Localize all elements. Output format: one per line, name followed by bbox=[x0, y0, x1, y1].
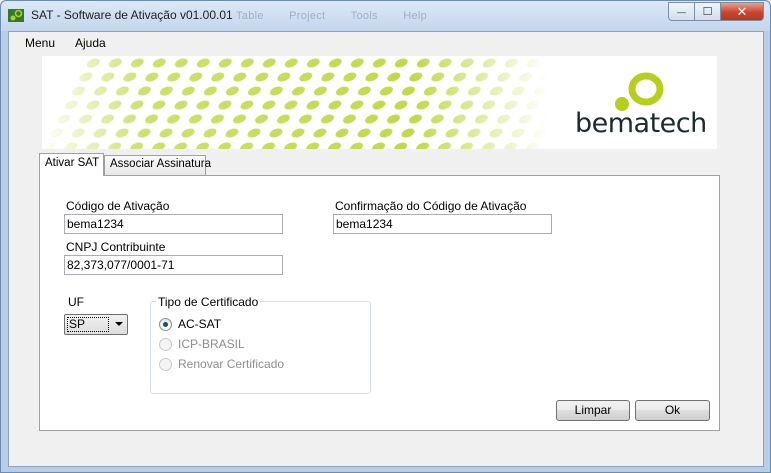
codigo-ativacao-label: Código de Ativação bbox=[66, 199, 170, 213]
maximize-icon: ☐ bbox=[702, 6, 713, 18]
ghost-menu-item: Project bbox=[289, 10, 326, 22]
menu-bar: Menu Ajuda bbox=[9, 32, 763, 54]
window-controls: — ☐ ✕ bbox=[668, 2, 764, 21]
confirmacao-codigo-label: Confirmação do Código de Ativação bbox=[335, 199, 527, 213]
ghost-menu-item: Table bbox=[236, 10, 264, 22]
minimize-icon: — bbox=[677, 6, 686, 17]
uf-label: UF bbox=[68, 295, 84, 309]
brand-banner: bematech bbox=[42, 56, 717, 149]
radio-icon bbox=[159, 338, 172, 351]
app-icon bbox=[8, 9, 24, 22]
ok-button[interactable]: Ok bbox=[635, 400, 710, 421]
tab-associar-assinatura[interactable]: Associar Assinatura bbox=[104, 155, 211, 175]
app-window: SAT - Software de Ativação v01.00.01 Tab… bbox=[0, 0, 771, 473]
radio-label: AC-SAT bbox=[178, 317, 222, 331]
menu-item-ajuda[interactable]: Ajuda bbox=[75, 36, 106, 50]
confirmacao-codigo-field[interactable]: bema1234 bbox=[333, 214, 552, 234]
tab-ativar-sat[interactable]: Ativar SAT bbox=[39, 153, 104, 176]
codigo-ativacao-field[interactable]: bema1234 bbox=[64, 214, 283, 234]
radio-label: ICP-BRASIL bbox=[178, 337, 245, 351]
cnpj-label: CNPJ Contribuinte bbox=[66, 240, 166, 254]
window-title: SAT - Software de Ativação v01.00.01 bbox=[31, 8, 233, 22]
minimize-button[interactable]: — bbox=[668, 2, 694, 21]
close-icon: ✕ bbox=[736, 3, 748, 19]
menu-item-menu[interactable]: Menu bbox=[25, 36, 55, 50]
limpar-button[interactable]: Limpar bbox=[556, 400, 630, 421]
tab-panel-ativar-sat: Código de Ativação bema1234 Confirmação … bbox=[39, 175, 720, 431]
title-bar[interactable]: SAT - Software de Ativação v01.00.01 Tab… bbox=[1, 1, 770, 31]
chevron-down-icon bbox=[115, 322, 123, 326]
brand-name: bematech bbox=[575, 108, 707, 139]
ghost-menu-item: Tools bbox=[350, 10, 378, 22]
certificado-group-title: Tipo de Certificado bbox=[156, 295, 261, 309]
uf-selected-value: SP bbox=[67, 317, 109, 332]
uf-select[interactable]: SP bbox=[64, 314, 128, 335]
ghost-menu-item: Help bbox=[403, 10, 428, 22]
client-area: Menu Ajuda bematech Ativar SAT Associar … bbox=[8, 31, 764, 467]
radio-label: Renovar Certificado bbox=[178, 357, 285, 371]
radio-selected-icon bbox=[159, 318, 172, 331]
radio-icon bbox=[159, 358, 172, 371]
background-window-menu: Table Project Tools Help bbox=[236, 10, 449, 22]
close-button[interactable]: ✕ bbox=[720, 2, 764, 21]
cnpj-field[interactable]: 82,373,077/0001-71 bbox=[64, 255, 283, 275]
maximize-button[interactable]: ☐ bbox=[694, 2, 720, 21]
